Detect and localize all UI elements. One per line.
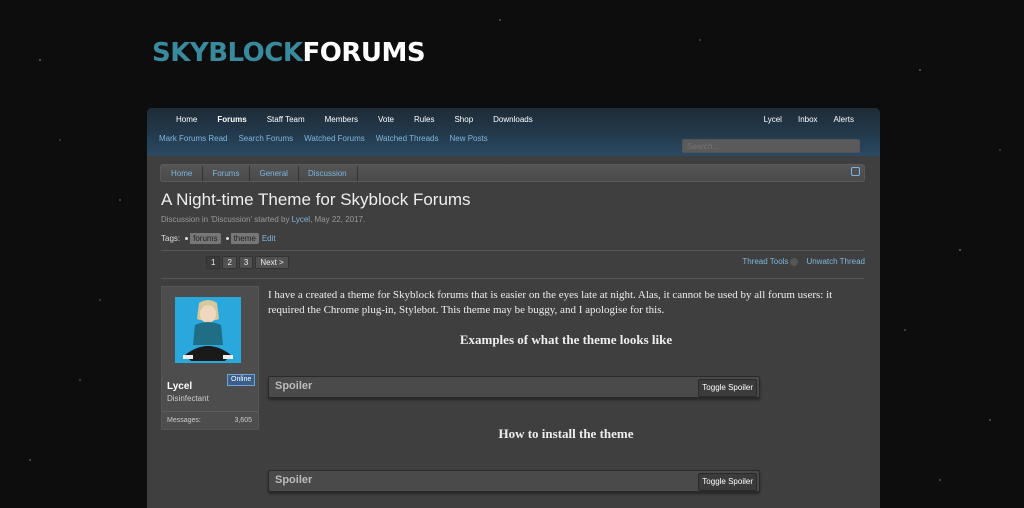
logo-skyblock: SKYBLOCK	[152, 38, 303, 68]
breadcrumb-home[interactable]: Home	[161, 165, 204, 181]
user-card: Online Lycel Disinfectant Messages: 3,60…	[161, 286, 259, 430]
tag-list: Tags: forums theme Edit	[161, 233, 276, 244]
page-title: A Night-time Theme for Skyblock Forums	[161, 190, 471, 209]
page-2[interactable]: 2	[222, 256, 237, 269]
user-stats: Messages: 3,605	[162, 411, 258, 430]
spoiler-label: Spoiler	[275, 380, 313, 392]
tab-home[interactable]: Home	[167, 113, 206, 127]
avatar-image	[175, 297, 241, 363]
toggle-spoiler-button[interactable]: Toggle Spoiler	[698, 379, 757, 397]
inbox-link[interactable]: Inbox	[792, 113, 824, 127]
chevron-down-icon[interactable]	[790, 257, 799, 266]
page-container: Home Forums Staff Team Members Vote Rule…	[147, 108, 880, 508]
jump-menu-icon[interactable]	[851, 167, 860, 176]
tags-label: Tags:	[161, 234, 181, 243]
messages-label: Messages:	[167, 417, 201, 424]
search-input[interactable]	[682, 139, 860, 153]
thread-controls: Thread Tools Unwatch Thread	[742, 257, 865, 266]
pagination: 1 2 3 Next >	[206, 256, 291, 269]
tag-theme[interactable]: theme	[225, 233, 259, 244]
tag-forums[interactable]: forums	[185, 233, 221, 244]
tab-staff-team[interactable]: Staff Team	[258, 113, 314, 127]
tab-rules[interactable]: Rules	[405, 113, 443, 127]
unwatch-thread-link[interactable]: Unwatch Thread	[806, 257, 865, 266]
divider	[161, 250, 864, 251]
page-1[interactable]: 1	[206, 256, 221, 269]
online-badge: Online	[227, 374, 256, 386]
meta-date: , May 22, 2017.	[310, 215, 366, 224]
spoiler-box: Spoiler Toggle Spoiler	[268, 376, 760, 398]
spoiler-box: Spoiler Toggle Spoiler	[268, 470, 760, 492]
breadcrumb-general[interactable]: General	[249, 165, 300, 181]
alerts-link[interactable]: Alerts	[828, 113, 860, 127]
mark-forums-read-link[interactable]: Mark Forums Read	[159, 133, 227, 144]
messages-count: 3,605	[234, 417, 252, 424]
nav-tabs: Home Forums Staff Team Members Vote Rule…	[167, 113, 544, 127]
tab-shop[interactable]: Shop	[445, 113, 482, 127]
user-name[interactable]: Lycel	[167, 381, 192, 392]
new-posts-link[interactable]: New Posts	[449, 133, 487, 144]
account-username[interactable]: Lycel	[758, 113, 788, 127]
sub-nav: Mark Forums Read Search Forums Watched F…	[159, 133, 499, 144]
post-heading-install: How to install the theme	[498, 426, 634, 441]
toggle-spoiler-button[interactable]: Toggle Spoiler	[698, 473, 757, 491]
account-tabs: Lycel Inbox Alerts	[754, 113, 860, 127]
avatar[interactable]	[175, 297, 241, 363]
breadcrumb-forums[interactable]: Forums	[202, 165, 251, 181]
watched-threads-link[interactable]: Watched Threads	[376, 133, 439, 144]
user-title: Disinfectant	[167, 394, 209, 403]
spoiler-label: Spoiler	[275, 474, 313, 486]
thread-meta: Discussion in 'Discussion' started by Ly…	[161, 215, 365, 224]
tab-forums[interactable]: Forums	[208, 113, 255, 127]
divider	[161, 278, 864, 279]
meta-prefix: Discussion in 'Discussion' started by	[161, 215, 292, 224]
tab-downloads[interactable]: Downloads	[484, 113, 542, 127]
post-body: I have a created a theme for Skyblock fo…	[268, 289, 833, 316]
nav-bar: Home Forums Staff Team Members Vote Rule…	[147, 108, 880, 156]
author-link[interactable]: Lycel	[292, 215, 310, 224]
next-page-button[interactable]: Next >	[255, 256, 289, 269]
tab-vote[interactable]: Vote	[369, 113, 403, 127]
search-forums-link[interactable]: Search Forums	[238, 133, 293, 144]
breadcrumb: Home Forums General Discussion	[160, 164, 865, 182]
edit-tags-link[interactable]: Edit	[262, 234, 276, 243]
breadcrumb-discussion[interactable]: Discussion	[298, 165, 358, 181]
watched-forums-link[interactable]: Watched Forums	[304, 133, 365, 144]
site-logo[interactable]: SKYBLOCKFORUMS	[152, 38, 426, 68]
tab-members[interactable]: Members	[316, 113, 367, 127]
page-3[interactable]: 3	[238, 256, 254, 269]
thread-tools-link[interactable]: Thread Tools	[742, 257, 788, 266]
logo-forums: FORUMS	[302, 38, 426, 68]
post-heading-examples: Examples of what the theme looks like	[459, 332, 673, 347]
